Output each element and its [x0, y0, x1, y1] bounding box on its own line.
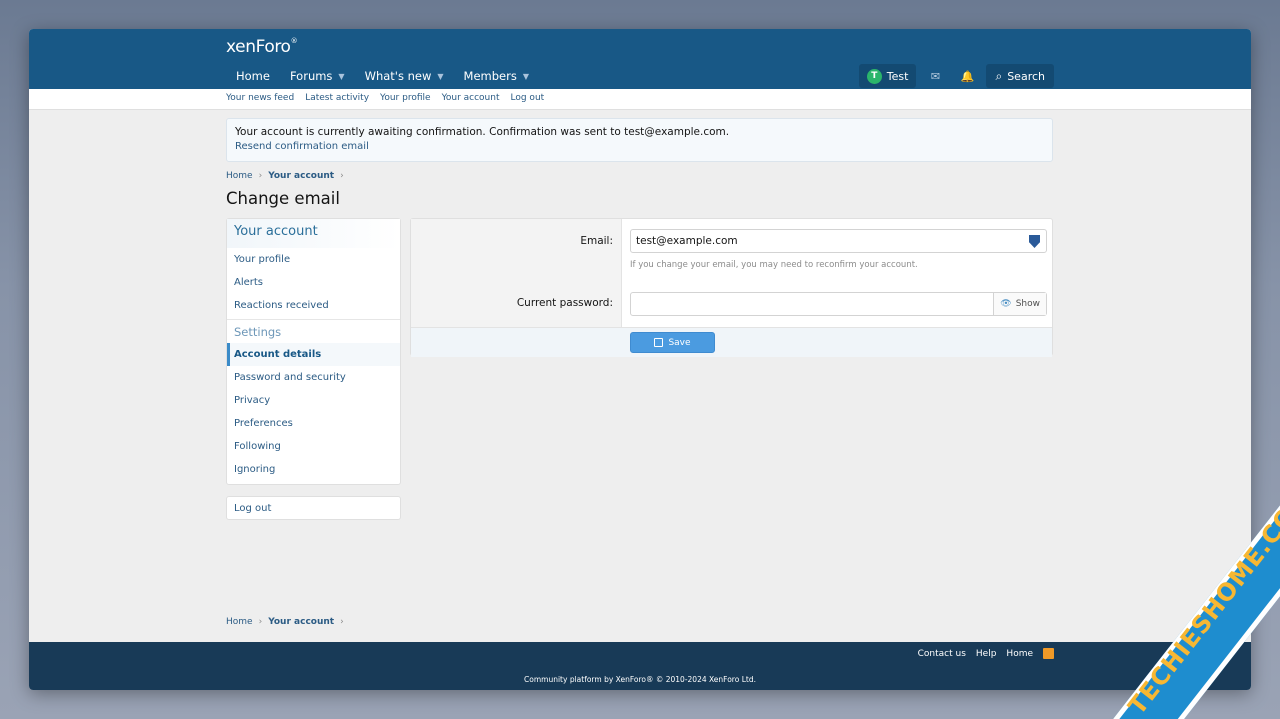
breadcrumb-home[interactable]: Home — [226, 617, 253, 627]
nav-whats-new[interactable]: What's new ▼ — [355, 65, 454, 87]
shield-icon[interactable] — [1029, 235, 1040, 248]
save-icon — [654, 338, 664, 347]
sidebar-item-privacy[interactable]: Privacy — [227, 389, 400, 412]
password-label: Current password: — [516, 297, 613, 309]
search-button[interactable]: ⌕ Search — [986, 64, 1054, 88]
chevron-down-icon[interactable]: ▼ — [437, 72, 443, 81]
sidebar-item-reactions[interactable]: Reactions received — [227, 294, 400, 317]
sidebar-item-ignoring[interactable]: Ignoring — [227, 458, 400, 481]
subnav-news-feed[interactable]: Your news feed — [226, 93, 294, 103]
page-title: Change email — [226, 189, 340, 208]
breadcrumb-bottom: Home › Your account › — [226, 617, 344, 627]
breadcrumb: Home › Your account › — [226, 171, 344, 181]
chevron-right-icon: › — [258, 171, 263, 181]
nav-home[interactable]: Home — [226, 65, 280, 87]
chevron-right-icon: › — [340, 171, 344, 181]
sidebar-settings-heading: Settings — [227, 319, 400, 343]
email-label: Email: — [580, 235, 613, 247]
user-name: Test — [886, 69, 909, 83]
breadcrumb-your-account[interactable]: Your account — [268, 617, 334, 627]
password-field[interactable]: 👁 Show — [630, 292, 1047, 316]
breadcrumb-home[interactable]: Home — [226, 171, 253, 181]
user-menu-button[interactable]: T Test — [858, 64, 917, 88]
breadcrumb-your-account[interactable]: Your account — [268, 171, 334, 181]
eye-icon: 👁 — [1000, 299, 1012, 309]
envelope-icon[interactable]: ✉ — [922, 70, 948, 83]
account-sidebar: Your account Your profile Alerts Reactio… — [226, 218, 401, 485]
notice-message: Your account is currently awaiting confi… — [235, 126, 730, 138]
sidebar-logout[interactable]: Log out — [226, 496, 401, 520]
user-nav: T Test ✉ 🔔 ⌕ Search — [858, 64, 1054, 88]
sidebar-item-your-profile[interactable]: Your profile — [227, 248, 400, 271]
subnav-latest-activity[interactable]: Latest activity — [305, 93, 369, 103]
email-value: test@example.com — [636, 235, 738, 247]
nav-members[interactable]: Members ▼ — [454, 65, 539, 87]
email-field[interactable]: test@example.com — [630, 229, 1047, 253]
subnav-log-out[interactable]: Log out — [511, 93, 545, 103]
main-nav: Home Forums ▼ What's new ▼ Members ▼ — [226, 65, 539, 87]
sidebar-heading[interactable]: Your account — [227, 219, 400, 248]
subnav-your-profile[interactable]: Your profile — [380, 93, 431, 103]
chevron-right-icon: › — [340, 617, 344, 627]
email-hint: If you change your email, you may need t… — [630, 260, 918, 270]
chevron-down-icon[interactable]: ▼ — [523, 72, 529, 81]
sidebar-item-alerts[interactable]: Alerts — [227, 271, 400, 294]
footer-contact-link[interactable]: Contact us — [918, 649, 966, 659]
chevron-right-icon: › — [258, 617, 263, 627]
nav-forums[interactable]: Forums ▼ — [280, 65, 355, 87]
site-logo[interactable]: xenForo® — [226, 37, 298, 57]
save-button[interactable]: Save — [630, 332, 715, 353]
sidebar-item-password-security[interactable]: Password and security — [227, 366, 400, 389]
sub-nav: Your news feed Latest activity Your prof… — [29, 89, 1251, 110]
avatar: T — [866, 68, 882, 84]
subnav-your-account[interactable]: Your account — [442, 93, 500, 103]
search-icon: ⌕ — [995, 68, 1003, 83]
show-password-button[interactable]: 👁 Show — [993, 293, 1046, 315]
sidebar-item-account-details[interactable]: Account details — [227, 343, 400, 366]
bell-icon[interactable]: 🔔 — [954, 70, 980, 83]
sidebar-item-following[interactable]: Following — [227, 435, 400, 458]
form-footer: Save — [411, 327, 1052, 357]
resend-confirmation-link[interactable]: Resend confirmation email — [235, 141, 1044, 152]
sidebar-item-preferences[interactable]: Preferences — [227, 412, 400, 435]
change-email-form: Email: Current password: test@example.co… — [410, 218, 1053, 357]
form-label-column: Email: Current password: — [411, 219, 622, 327]
watermark: TECHIESHOME.COM — [980, 469, 1280, 719]
chevron-down-icon[interactable]: ▼ — [338, 72, 344, 81]
site-header: xenForo® Home Forums ▼ What's new ▼ Member… — [29, 29, 1251, 89]
confirmation-notice: Your account is currently awaiting confi… — [226, 118, 1053, 162]
